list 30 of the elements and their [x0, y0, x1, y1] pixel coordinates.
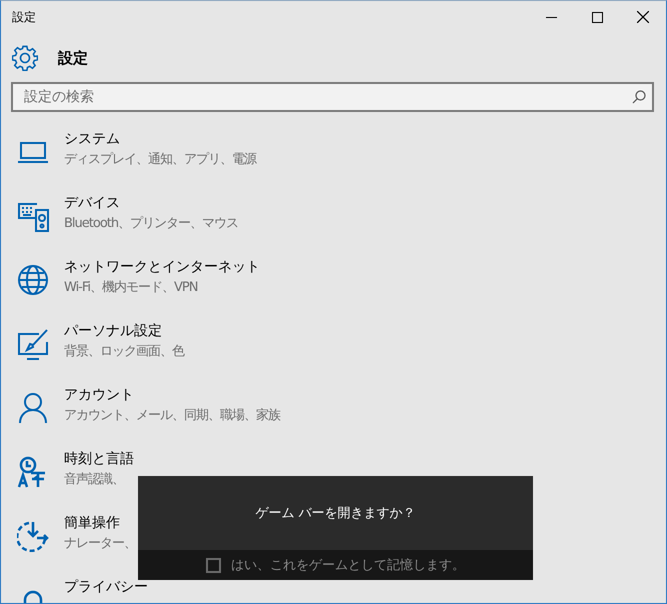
prompt-question: ゲーム バーを開きますか？ — [255, 505, 416, 522]
keyboard-speaker-icon — [17, 200, 49, 232]
category-description: ディスプレイ、通知、アプリ、電源 — [64, 151, 256, 168]
category-title[interactable]: デバイス — [64, 194, 238, 212]
maximize-icon — [592, 12, 602, 22]
category-title[interactable]: 時刻と言語 — [64, 450, 134, 468]
close-icon — [637, 11, 649, 23]
category-title[interactable]: 簡単操作 — [64, 514, 136, 532]
category-description: Wi-Fi、機内モード、VPN — [64, 279, 198, 296]
category-description: 背景、ロック画面、色 — [64, 343, 184, 360]
page-title: 設定 — [58, 48, 88, 68]
category-description: アカウント、メール、同期、職場、家族 — [64, 407, 280, 424]
window-title: 設定 — [12, 8, 37, 26]
category-description: Bluetooth、プリンター、マウス — [64, 215, 238, 232]
person-icon — [17, 392, 49, 424]
pen-monitor-icon — [17, 328, 49, 360]
search-field[interactable]: 設定の検索 — [11, 82, 654, 112]
category-title[interactable]: システム — [64, 130, 256, 148]
category-title[interactable]: パーソナル設定 — [64, 322, 184, 340]
dashed-circle-arrow-icon — [17, 520, 49, 552]
category-title[interactable]: アカウント — [64, 386, 280, 404]
category-title[interactable]: プライバシー — [64, 578, 148, 596]
category-description: ナレーター、 — [64, 535, 136, 552]
category-description: 音声認識、 — [64, 471, 125, 488]
search-icon — [632, 90, 646, 104]
settings-icon — [12, 45, 38, 71]
category-title[interactable]: ネットワークとインターネット — [64, 258, 260, 276]
remember-checkbox[interactable] — [206, 558, 221, 572]
globe-icon — [17, 264, 49, 296]
checkbox-label: はい、これをゲームとして記憶します。 — [231, 557, 465, 574]
